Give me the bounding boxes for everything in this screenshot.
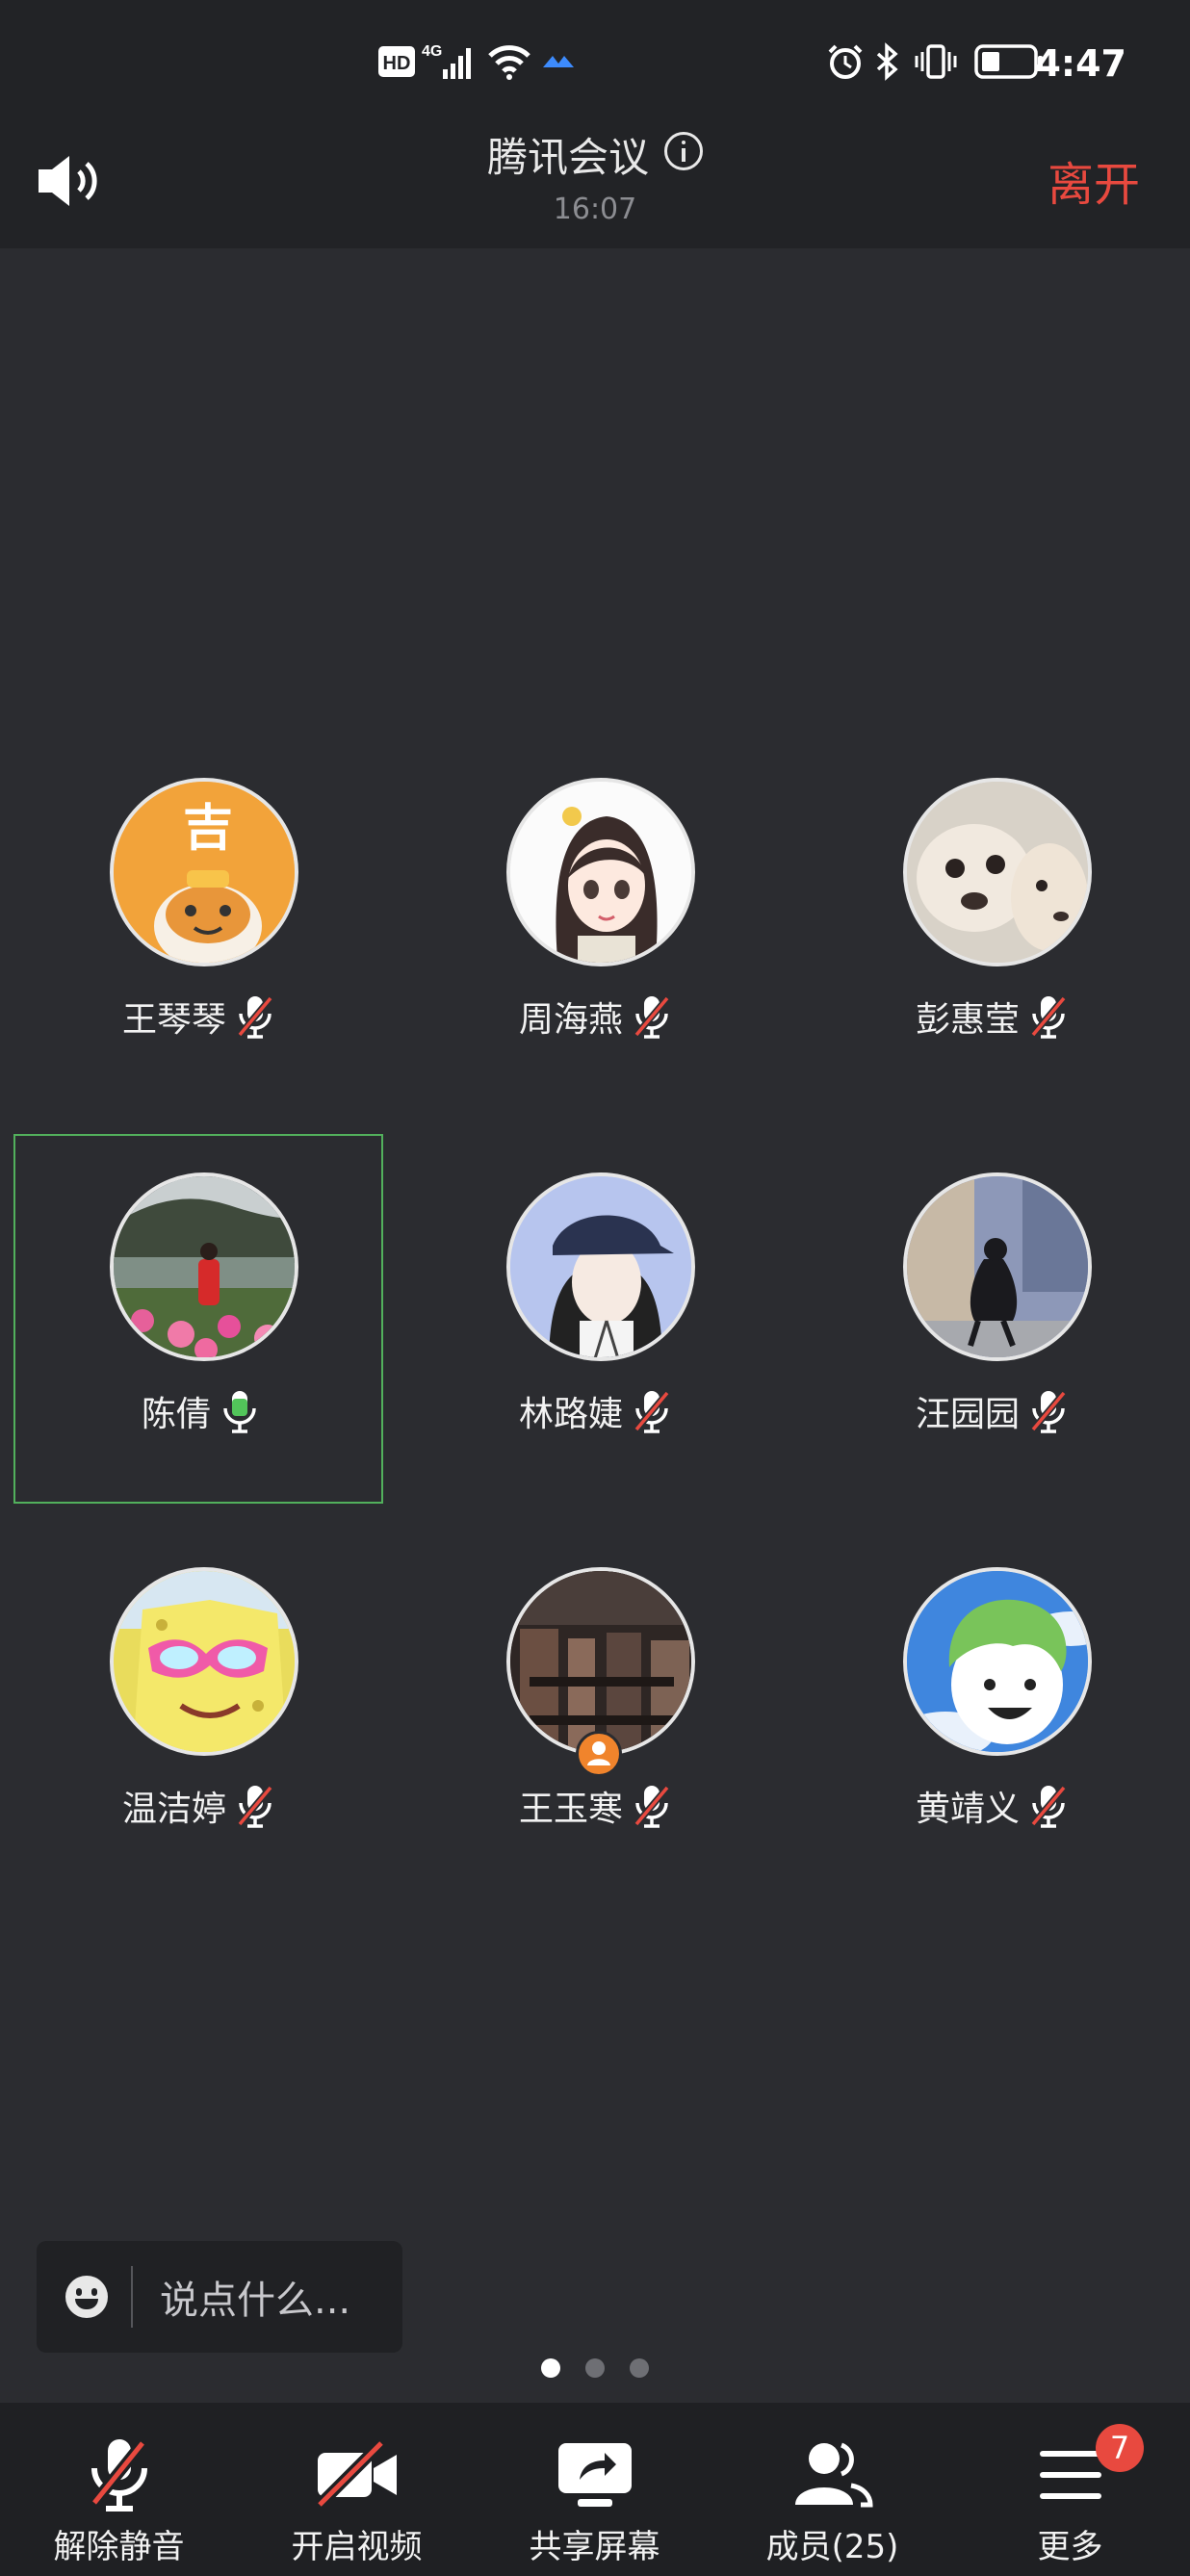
page-dot[interactable] — [630, 2358, 649, 2378]
avatar — [903, 1172, 1092, 1361]
svg-text:HD: HD — [383, 53, 411, 74]
cellular-signal-icon: 4G — [422, 40, 479, 83]
members-button[interactable]: 成员(25) — [713, 2403, 951, 2576]
mic-muted-icon — [236, 1784, 274, 1828]
page-indicator — [0, 2358, 1190, 2378]
participant-name-row: 彭惠莹 — [807, 992, 1177, 1042]
avatar — [506, 1567, 695, 1756]
participant-tile[interactable]: 汪园园 — [807, 1134, 1177, 1504]
participant-tile[interactable]: 彭惠莹 — [807, 739, 1177, 1109]
participant-tile[interactable]: 周海燕 — [410, 739, 780, 1109]
mic-muted-icon — [1029, 994, 1068, 1039]
mic-on-icon — [220, 1389, 259, 1433]
battery-icon — [974, 40, 1044, 83]
svg-text:4G: 4G — [422, 43, 442, 60]
participant-name: 彭惠莹 — [915, 1000, 1020, 1040]
members-icon — [794, 2442, 873, 2508]
more-label: 更多 — [1037, 2528, 1103, 2566]
avatar — [110, 1172, 298, 1361]
host-badge-icon — [576, 1731, 622, 1777]
hd-icon: HD — [377, 40, 416, 83]
video-off-icon — [315, 2438, 397, 2510]
participant-tile[interactable]: 黄靖义 — [807, 1529, 1177, 1898]
participant-name: 周海燕 — [518, 1000, 623, 1040]
participant-tile[interactable]: 林路婕 — [410, 1134, 780, 1504]
share-screen-icon — [557, 2443, 632, 2507]
chat-divider — [131, 2266, 133, 2328]
participant-tile-active-speaker[interactable]: 陈倩 — [13, 1134, 383, 1504]
participant-name-row: 王琴琴 — [13, 992, 383, 1042]
avatar — [110, 1567, 298, 1756]
mic-muted-icon — [236, 994, 274, 1039]
participant-name-row: 黄靖义 — [807, 1781, 1177, 1831]
participant-tile[interactable]: 温洁婷 — [13, 1529, 383, 1898]
more-badge: 7 — [1096, 2424, 1144, 2472]
status-bar: HD 4G 4:47 — [0, 0, 1190, 96]
page-dot[interactable] — [585, 2358, 605, 2378]
start-video-label: 开启视频 — [291, 2528, 423, 2566]
mic-muted-icon — [89, 2439, 147, 2512]
more-button[interactable]: 7 更多 — [951, 2403, 1189, 2576]
svg-text:吉: 吉 — [183, 800, 233, 858]
meeting-title: 腾讯会议 — [486, 134, 649, 181]
participant-name-row: 王玉寒 — [410, 1781, 780, 1831]
participant-name: 林路婕 — [518, 1395, 623, 1434]
vpn-icon — [541, 40, 576, 83]
chat-placeholder: 说点什么... — [160, 2279, 351, 2323]
avatar — [903, 778, 1092, 966]
mic-muted-icon — [633, 994, 671, 1039]
emoji-icon[interactable] — [65, 2276, 108, 2318]
members-label: 成员(25) — [765, 2528, 899, 2566]
mic-muted-icon — [1029, 1784, 1068, 1828]
participant-name-row: 林路婕 — [410, 1386, 780, 1436]
mic-muted-icon — [633, 1389, 671, 1433]
alarm-icon — [826, 40, 865, 83]
meeting-timer: 16:07 — [553, 193, 637, 226]
avatar — [506, 778, 695, 966]
unmute-button[interactable]: 解除静音 — [0, 2403, 238, 2576]
share-screen-button[interactable]: 共享屏幕 — [476, 2403, 713, 2576]
participant-name: 汪园园 — [915, 1395, 1020, 1434]
meeting-header: 腾讯会议 16:07 离开 — [0, 96, 1190, 248]
page-dot-active[interactable] — [541, 2358, 560, 2378]
participant-name: 黄靖义 — [915, 1790, 1020, 1829]
participant-name: 王琴琴 — [121, 1000, 226, 1040]
info-icon[interactable] — [664, 131, 703, 170]
chat-input[interactable]: 说点什么... — [37, 2241, 402, 2353]
participant-name: 王玉寒 — [518, 1790, 623, 1829]
bluetooth-icon — [872, 40, 901, 83]
avatar — [506, 1172, 695, 1361]
avatar: 吉 — [110, 778, 298, 966]
share-screen-label: 共享屏幕 — [529, 2528, 660, 2566]
meeting-title-group[interactable]: 腾讯会议 — [0, 125, 1190, 184]
participant-name-row: 周海燕 — [410, 992, 780, 1042]
start-video-button[interactable]: 开启视频 — [238, 2403, 476, 2576]
avatar — [903, 1567, 1092, 1756]
participant-name-row: 汪园园 — [807, 1386, 1177, 1436]
participant-name: 陈倩 — [141, 1395, 211, 1434]
mic-muted-icon — [633, 1784, 671, 1828]
participant-name-row: 温洁婷 — [13, 1781, 383, 1831]
unmute-label: 解除静音 — [53, 2528, 185, 2566]
participant-name: 温洁婷 — [121, 1790, 226, 1829]
bottom-toolbar: 解除静音 开启视频 共享屏幕 成员(25) 7 更多 — [0, 2403, 1190, 2576]
wifi-icon — [487, 40, 531, 83]
mic-muted-icon — [1029, 1389, 1068, 1433]
vibrate-icon — [915, 40, 957, 83]
participant-tile[interactable]: 王玉寒 — [410, 1529, 780, 1898]
participant-tile[interactable]: 吉 王琴琴 — [13, 739, 383, 1109]
leave-button[interactable]: 离开 — [1048, 146, 1140, 214]
clock: 4:47 — [1035, 42, 1126, 85]
participant-name-row: 陈倩 — [15, 1386, 385, 1436]
